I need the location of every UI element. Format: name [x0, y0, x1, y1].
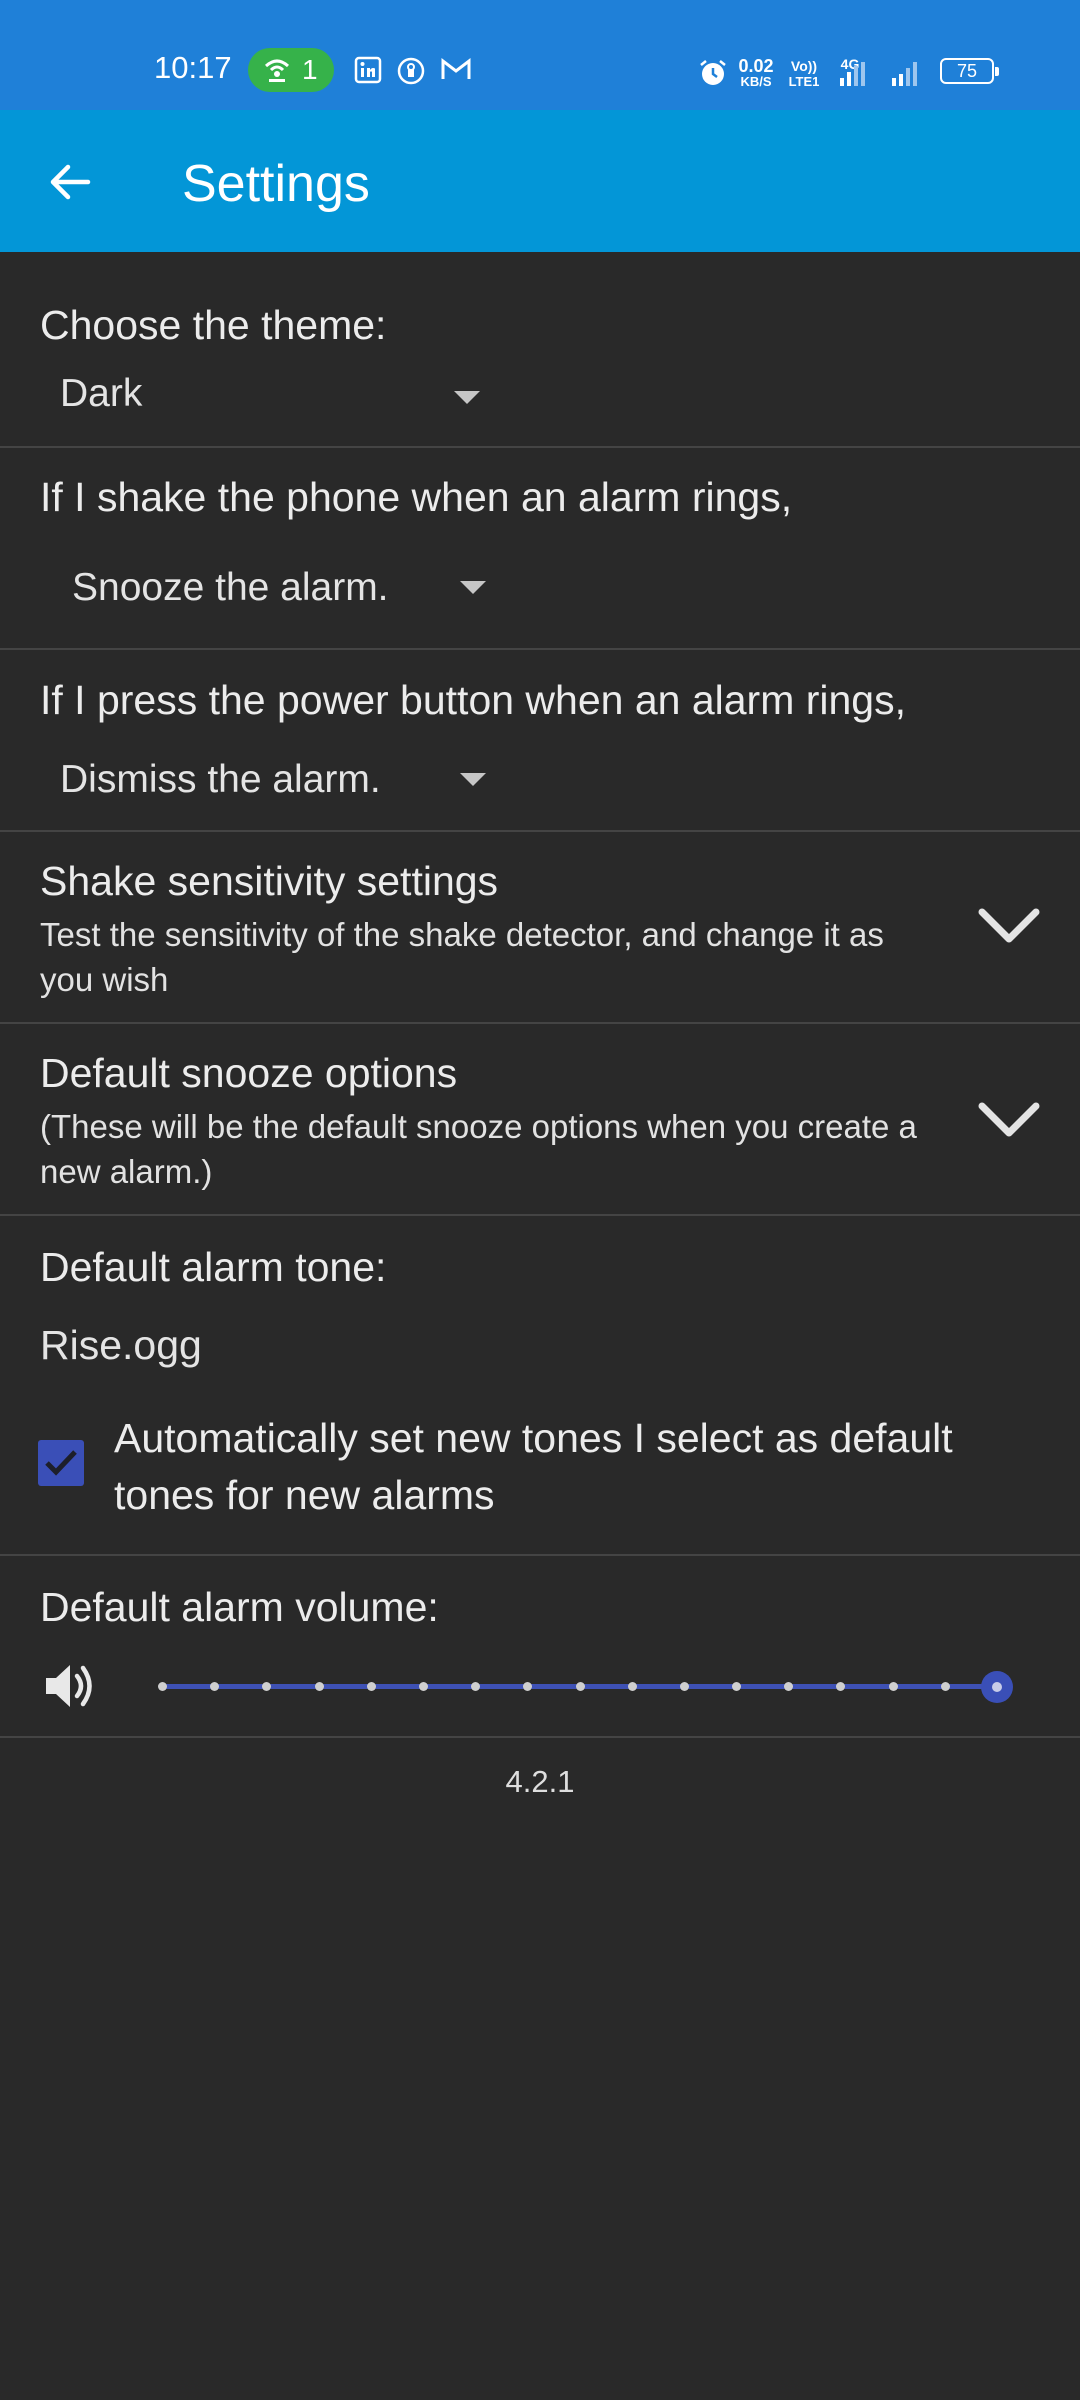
slider-tick — [523, 1682, 533, 1691]
snooze-options-description: (These will be the default snooze option… — [40, 1108, 917, 1190]
divider — [0, 446, 1080, 448]
slider-thumb[interactable] — [981, 1671, 1013, 1703]
net-speed-unit: KB/S — [740, 74, 772, 89]
slider-tick — [366, 1682, 376, 1691]
hotspot-badge: 1 — [248, 48, 334, 92]
shake-action-label: If I shake the phone when an alarm rings… — [40, 474, 793, 520]
divider — [0, 1214, 1080, 1216]
slider-tick — [575, 1682, 585, 1691]
password-manager-icon — [397, 57, 425, 85]
chevron-down-icon[interactable] — [976, 1100, 1042, 1140]
auto-set-tone-checkbox[interactable] — [38, 1440, 84, 1486]
slider-tick — [627, 1682, 637, 1691]
snooze-options-section[interactable]: Default snooze options (These will be th… — [0, 1024, 1080, 1214]
alarm-tone-value[interactable]: Rise.ogg — [40, 1322, 202, 1369]
volte-bottom: LTE1 — [788, 74, 820, 89]
theme-value: Dark — [60, 372, 143, 415]
dropdown-arrow-icon — [460, 773, 486, 786]
slider-tick — [836, 1682, 846, 1691]
net-speed-value: 0.02 — [738, 56, 774, 76]
slider-tick — [158, 1682, 167, 1691]
app-bar: Settings — [0, 110, 1080, 252]
slider-tick — [471, 1682, 481, 1691]
arrow-left-icon[interactable] — [42, 154, 98, 210]
power-action-value: Dismiss the alarm. — [60, 758, 381, 801]
slider-tick — [888, 1682, 898, 1691]
page-title: Settings — [182, 155, 370, 213]
app-version: 4.2.1 — [505, 1764, 575, 1799]
dropdown-arrow-icon — [454, 391, 480, 404]
status-time: 10:17 — [154, 50, 232, 85]
signal-icon — [840, 62, 917, 86]
shake-sensitivity-section[interactable]: Shake sensitivity settings Test the sens… — [0, 832, 1080, 1022]
gmail-icon — [441, 57, 471, 79]
slider-tick — [314, 1682, 324, 1691]
volte-top: Vo)) — [790, 58, 818, 74]
shake-sensitivity-title: Shake sensitivity settings — [40, 858, 499, 904]
divider — [0, 1554, 1080, 1556]
auto-set-tone-label[interactable]: Automatically set new tones I select as … — [114, 1410, 1034, 1524]
alarm-icon — [700, 60, 726, 85]
theme-label: Choose the theme: — [40, 302, 387, 348]
slider-tick — [940, 1682, 950, 1691]
slider-tick — [732, 1682, 742, 1691]
hotspot-icon — [264, 59, 290, 82]
chevron-down-icon[interactable] — [976, 906, 1042, 946]
power-action-label: If I press the power button when an alar… — [40, 677, 907, 723]
alarm-tone-label: Default alarm tone: — [40, 1244, 387, 1290]
speaker-icon — [46, 1665, 92, 1707]
battery-indicator: 75 — [940, 58, 999, 84]
divider — [0, 648, 1080, 650]
divider — [0, 1736, 1080, 1738]
linkedin-icon — [354, 56, 382, 84]
dropdown-arrow-icon — [460, 581, 486, 594]
slider-tick — [418, 1682, 428, 1691]
snooze-options-title: Default snooze options — [40, 1050, 458, 1096]
status-bar: 10:17 1 0.02 KB/S Vo)) LTE1 4G 75 — [0, 0, 1080, 110]
shake-sensitivity-description: Test the sensitivity of the shake detect… — [40, 916, 884, 998]
shake-action-value: Snooze the alarm. — [72, 566, 389, 609]
slider-tick — [262, 1682, 272, 1691]
hotspot-count: 1 — [302, 54, 318, 85]
slider-tick — [784, 1682, 794, 1691]
slider-tick — [679, 1682, 689, 1691]
power-action-dropdown[interactable]: Dismiss the alarm. — [40, 748, 500, 820]
checkmark-icon — [45, 1450, 77, 1476]
theme-dropdown[interactable]: Dark — [40, 362, 500, 434]
slider-tick — [210, 1682, 220, 1691]
alarm-volume-label: Default alarm volume: — [40, 1584, 439, 1630]
shake-action-dropdown[interactable]: Snooze the alarm. — [40, 552, 500, 624]
